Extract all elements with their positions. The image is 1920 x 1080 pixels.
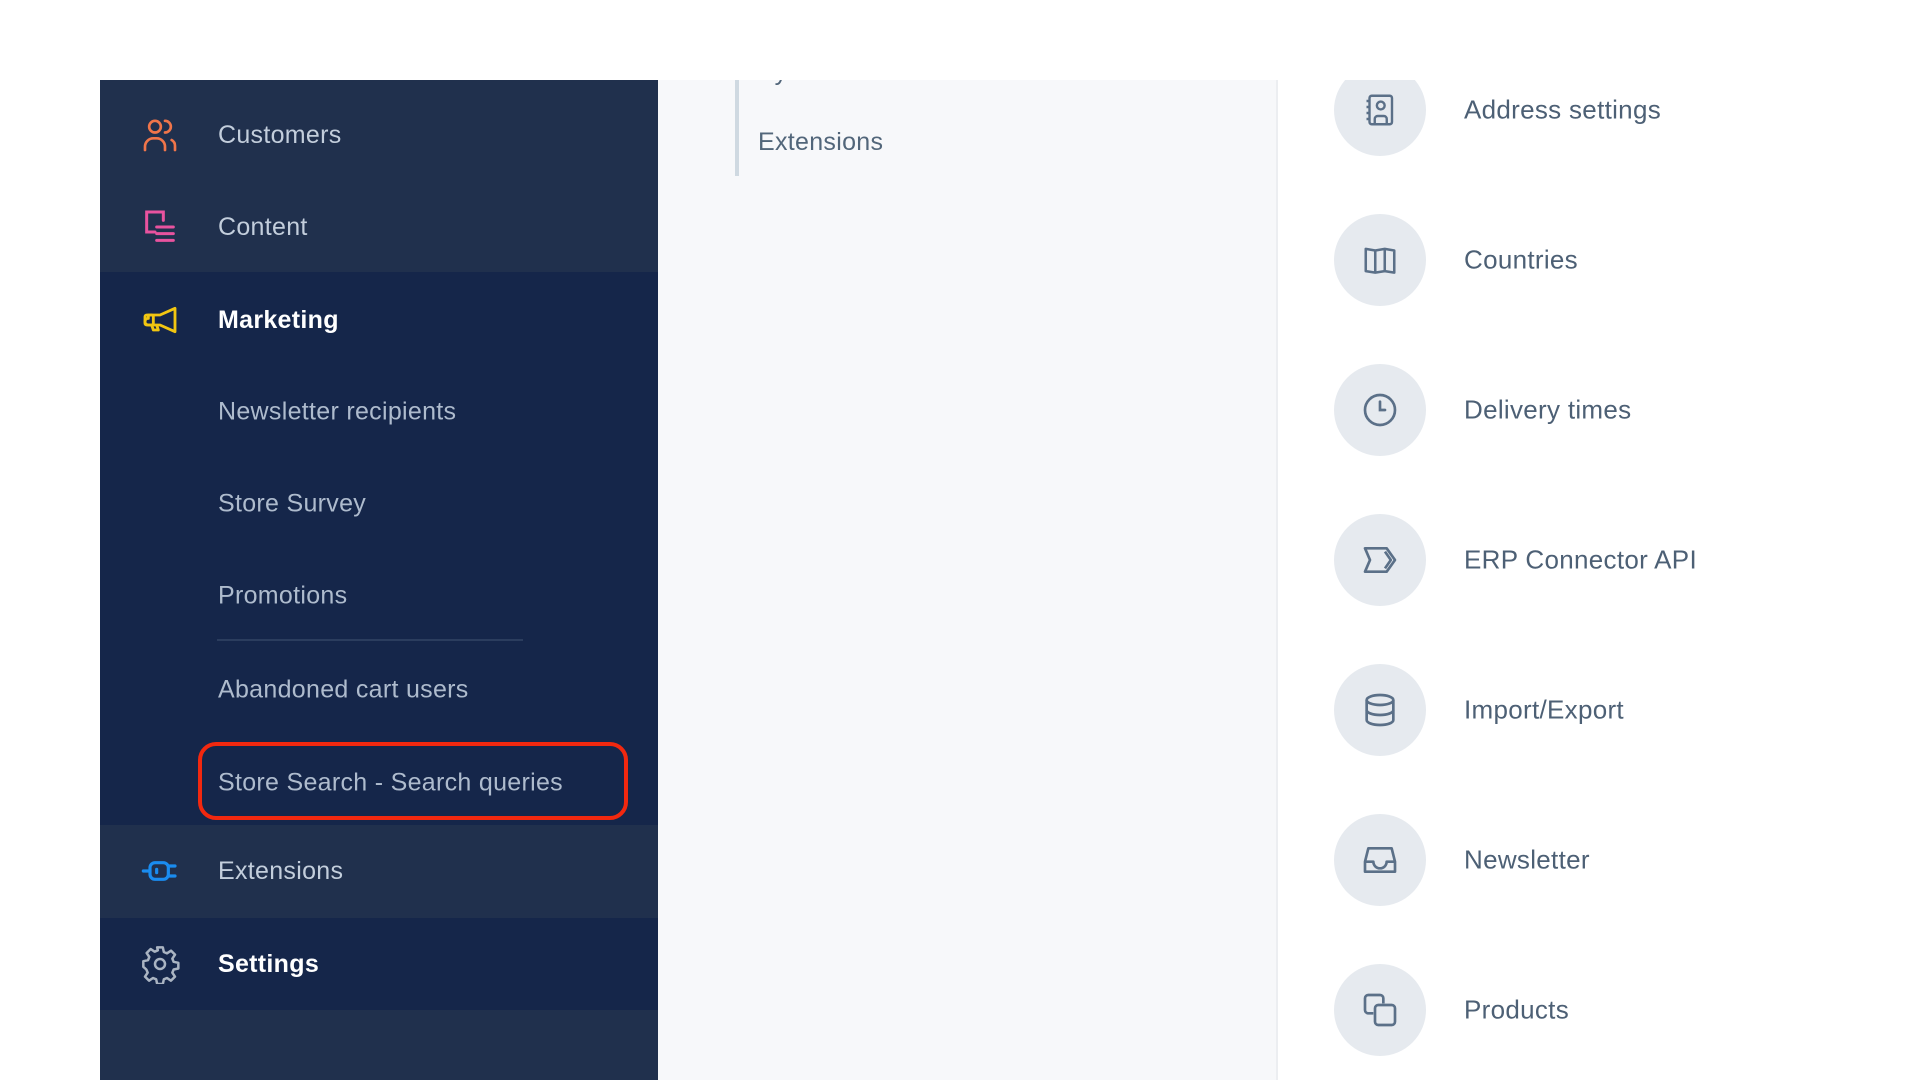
sidebar-subitem-label: Abandoned cart users	[218, 675, 469, 704]
sidebar-item-customers[interactable]: Customers	[100, 89, 658, 181]
category-item-extensions[interactable]: Extensions	[758, 128, 883, 157]
map-icon	[1334, 214, 1426, 306]
settings-item-countries[interactable]: Countries	[1334, 214, 1894, 306]
connector-icon	[1334, 514, 1426, 606]
sidebar-subitem-newsletter-recipients[interactable]: Newsletter recipients	[100, 366, 658, 458]
sidebar-subitem-label: Store Survey	[218, 489, 367, 518]
settings-item-label: Import/Export	[1464, 694, 1624, 725]
settings-item-label: Delivery times	[1464, 394, 1632, 425]
gear-icon	[138, 942, 182, 986]
sidebar-item-label: Settings	[218, 949, 320, 978]
clock-icon	[1334, 364, 1426, 456]
settings-item-label: Newsletter	[1464, 844, 1590, 875]
admin-sidebar: Customers Content Marketing Newsletter r…	[100, 80, 658, 1080]
sidebar-subitem-label: Promotions	[218, 581, 348, 610]
settings-item-label: Address settings	[1464, 94, 1662, 125]
settings-item-products[interactable]: Products	[1334, 964, 1894, 1056]
settings-item-import-export[interactable]: Import/Export	[1334, 664, 1894, 756]
copy-icon	[1334, 964, 1426, 1056]
sidebar-subitem-promotions[interactable]: Promotions	[100, 550, 658, 642]
plug-icon	[138, 849, 182, 893]
sidebar-item-settings[interactable]: Settings	[100, 918, 658, 1010]
settings-item-newsletter[interactable]: Newsletter	[1334, 814, 1894, 906]
settings-category-panel: System Extensions	[658, 58, 1278, 1080]
sidebar-divider	[217, 639, 523, 641]
sidebar-item-label: Extensions	[218, 856, 344, 885]
settings-item-erp-connector-api[interactable]: ERP Connector API	[1334, 514, 1894, 606]
sidebar-subitem-label: Newsletter recipients	[218, 397, 457, 426]
sidebar-item-marketing[interactable]: Marketing	[100, 274, 658, 366]
content-list-icon	[138, 205, 182, 249]
sidebar-item-extensions[interactable]: Extensions	[100, 825, 658, 917]
megaphone-icon	[138, 298, 182, 342]
sidebar-item-label: Customers	[218, 120, 342, 149]
top-blank-area	[0, 0, 1920, 80]
sidebar-subitem-label: Store Search - Search queries	[218, 768, 563, 797]
users-icon	[138, 113, 182, 157]
sidebar-subitem-abandoned-cart-users[interactable]: Abandoned cart users	[100, 644, 658, 736]
settings-item-label: Products	[1464, 994, 1570, 1025]
settings-item-label: ERP Connector API	[1464, 544, 1697, 575]
sidebar-item-content[interactable]: Content	[100, 181, 658, 273]
settings-item-delivery-times[interactable]: Delivery times	[1334, 364, 1894, 456]
sidebar-item-label: Content	[218, 212, 308, 241]
sidebar-subitem-store-survey[interactable]: Store Survey	[100, 458, 658, 550]
settings-item-label: Countries	[1464, 244, 1578, 275]
sidebar-subitem-store-search-queries[interactable]: Store Search - Search queries	[100, 737, 658, 829]
sidebar-item-label: Marketing	[218, 305, 339, 334]
inbox-icon	[1334, 814, 1426, 906]
settings-list-panel: Address settings Countries Delivery time…	[1278, 60, 1920, 1080]
database-icon	[1334, 664, 1426, 756]
category-active-indicator	[735, 80, 739, 176]
